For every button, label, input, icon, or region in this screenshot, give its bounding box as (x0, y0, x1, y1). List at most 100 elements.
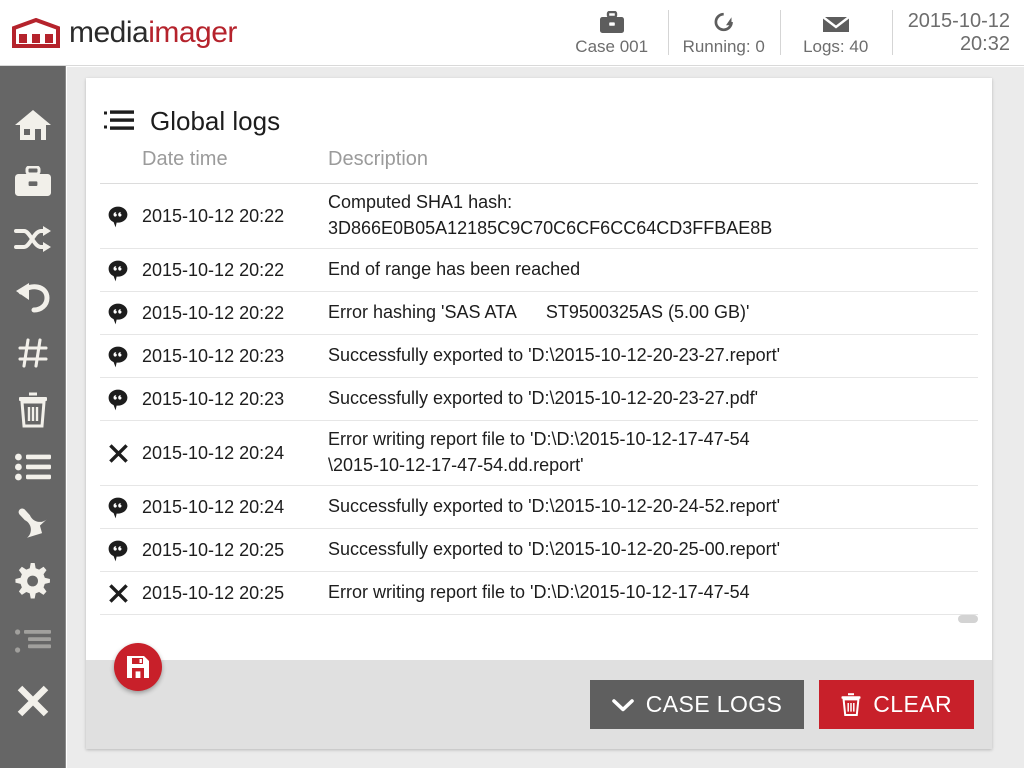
list-icon (14, 453, 51, 480)
mediaimager-logo-icon (12, 17, 60, 48)
column-header-description: Description (328, 148, 429, 170)
sidebar-item-tools[interactable] (0, 495, 66, 552)
status-running-label: Running: 0 (682, 36, 765, 56)
comment-icon (108, 303, 128, 324)
chevron-down-icon (611, 698, 634, 711)
header-date: 2015-10-12 (907, 9, 1010, 32)
status-running[interactable]: Running: 0 (667, 0, 780, 65)
gear-icon (14, 562, 50, 598)
sidebar-item-case[interactable] (0, 153, 66, 210)
error-x-icon (108, 444, 128, 463)
error-x-icon (108, 584, 128, 603)
logs-table-header: Date time Description (100, 140, 978, 184)
log-datetime: 2015-10-12 20:22 (142, 259, 285, 280)
sidebar-item-restore[interactable] (0, 267, 66, 324)
log-datetime: 2015-10-12 20:22 (142, 205, 285, 226)
log-description: Error writing report file to 'D:\D:\2015… (328, 429, 750, 475)
table-row[interactable]: 2015-10-12 20:24 Successfully exported to… (100, 486, 978, 529)
page-title: Global logs (150, 105, 281, 136)
save-icon (127, 656, 149, 678)
global-logs-card: Global logs Date time Description 2015-1… (86, 78, 992, 749)
shuffle-icon (13, 225, 51, 252)
status-logs-label: Logs: 40 (803, 36, 869, 56)
sidebar (0, 66, 66, 768)
table-row[interactable]: 2015-10-12 20:25 Successfully exported to… (100, 529, 978, 572)
brand-logo[interactable]: mediaimager (12, 15, 237, 49)
log-description: Error hashing 'SAS ATA ST9500325AS (5.00… (328, 302, 750, 323)
log-severity-icon-cell (100, 496, 136, 519)
undo-icon (15, 282, 50, 312)
header-time: 20:32 (959, 32, 1010, 55)
log-severity-icon-cell (100, 388, 136, 411)
home-icon (14, 109, 51, 140)
clear-button-label: CLEAR (873, 691, 952, 717)
sidebar-item-details[interactable] (0, 612, 66, 669)
comment-icon (108, 260, 128, 281)
log-description: Successfully exported to 'D:\2015-10-12-… (328, 496, 781, 517)
sidebar-item-wipe[interactable] (0, 381, 66, 438)
refresh-icon (711, 9, 737, 35)
top-bar: mediaimager Case 001 Running: 0 Logs: 40… (0, 0, 1024, 66)
case-logs-button-label: CASE LOGS (645, 691, 783, 717)
card-footer: CASE LOGS CLEAR (86, 660, 992, 749)
brand-name: mediaimager (69, 15, 237, 49)
log-severity-icon-cell (100, 259, 136, 282)
log-datetime: 2015-10-12 20:24 (142, 442, 285, 463)
logs-table-body[interactable]: 2015-10-12 20:22 Computed SHA1 hash: 3D86… (100, 184, 978, 627)
log-severity-icon-cell (100, 302, 136, 325)
comment-icon (108, 389, 128, 410)
log-datetime: 2015-10-12 20:23 (142, 388, 285, 409)
status-logs[interactable]: Logs: 40 (779, 0, 892, 65)
sidebar-item-home[interactable] (0, 96, 66, 153)
brand-name-part2: imager (148, 15, 237, 49)
comment-icon (108, 497, 128, 518)
hash-icon (17, 337, 48, 368)
clear-button[interactable]: CLEAR (819, 680, 974, 729)
sidebar-item-exit[interactable] (0, 672, 66, 729)
logs-list-icon (104, 110, 134, 130)
log-severity-icon-cell (100, 345, 136, 368)
table-row[interactable]: 2015-10-12 20:22 End of range has been re… (100, 249, 978, 292)
horizontal-scrollbar-thumb[interactable] (958, 615, 978, 623)
trash-icon (841, 693, 861, 716)
save-logs-button[interactable] (114, 643, 162, 691)
log-description: Computed SHA1 hash: 3D866E0B05A12185C9C7… (328, 192, 773, 238)
log-datetime: 2015-10-12 20:24 (142, 496, 285, 517)
briefcase-icon (14, 165, 51, 196)
log-datetime: 2015-10-12 20:25 (142, 539, 285, 560)
log-datetime: 2015-10-12 20:22 (142, 302, 285, 323)
log-description: Successfully exported to 'D:\2015-10-12-… (328, 345, 781, 366)
log-severity-icon-cell (100, 205, 136, 228)
comment-icon (108, 346, 128, 367)
column-header-datetime: Date time (142, 148, 228, 170)
close-icon (17, 685, 48, 716)
card-header: Global logs (86, 78, 992, 140)
app-root: mediaimager Case 001 Running: 0 Logs: 40… (0, 0, 1024, 768)
table-row[interactable]: 2015-10-12 20:23 Successfully exported to… (100, 335, 978, 378)
log-datetime: 2015-10-12 20:25 (142, 582, 285, 603)
log-severity-icon-cell (100, 442, 136, 464)
log-severity-icon-cell (100, 582, 136, 604)
envelope-icon (821, 9, 850, 35)
table-row[interactable]: 2015-10-12 20:22 Error hashing 'SAS ATA S… (100, 292, 978, 335)
indent-list-icon (14, 628, 51, 653)
log-description: Successfully exported to 'D:\2015-10-12-… (328, 539, 781, 560)
log-severity-icon-cell (100, 539, 136, 562)
status-case[interactable]: Case 001 (556, 0, 668, 65)
table-row[interactable]: 2015-10-12 20:25 Error writing report fil… (100, 572, 978, 615)
table-row[interactable]: 2015-10-12 20:24 Error writing report fil… (100, 421, 978, 486)
status-case-label: Case 001 (575, 36, 649, 56)
sidebar-item-settings[interactable] (0, 552, 66, 609)
page-content: Global logs Date time Description 2015-1… (67, 67, 1024, 768)
sidebar-item-clone[interactable] (0, 210, 66, 267)
sidebar-item-logs[interactable] (0, 438, 66, 495)
comment-icon (108, 540, 128, 561)
sidebar-item-hash[interactable] (0, 324, 66, 381)
status-datetime: 2015-10-12 20:32 (891, 0, 1024, 65)
table-row[interactable]: 2015-10-12 20:23 Successfully exported to… (100, 378, 978, 421)
case-logs-button[interactable]: CASE LOGS (589, 680, 805, 729)
brand-name-part1: media (69, 15, 149, 49)
briefcase-icon (599, 9, 625, 35)
log-description: Successfully exported to 'D:\2015-10-12-… (328, 388, 759, 409)
table-row[interactable]: 2015-10-12 20:22 Computed SHA1 hash: 3D86… (100, 184, 978, 249)
